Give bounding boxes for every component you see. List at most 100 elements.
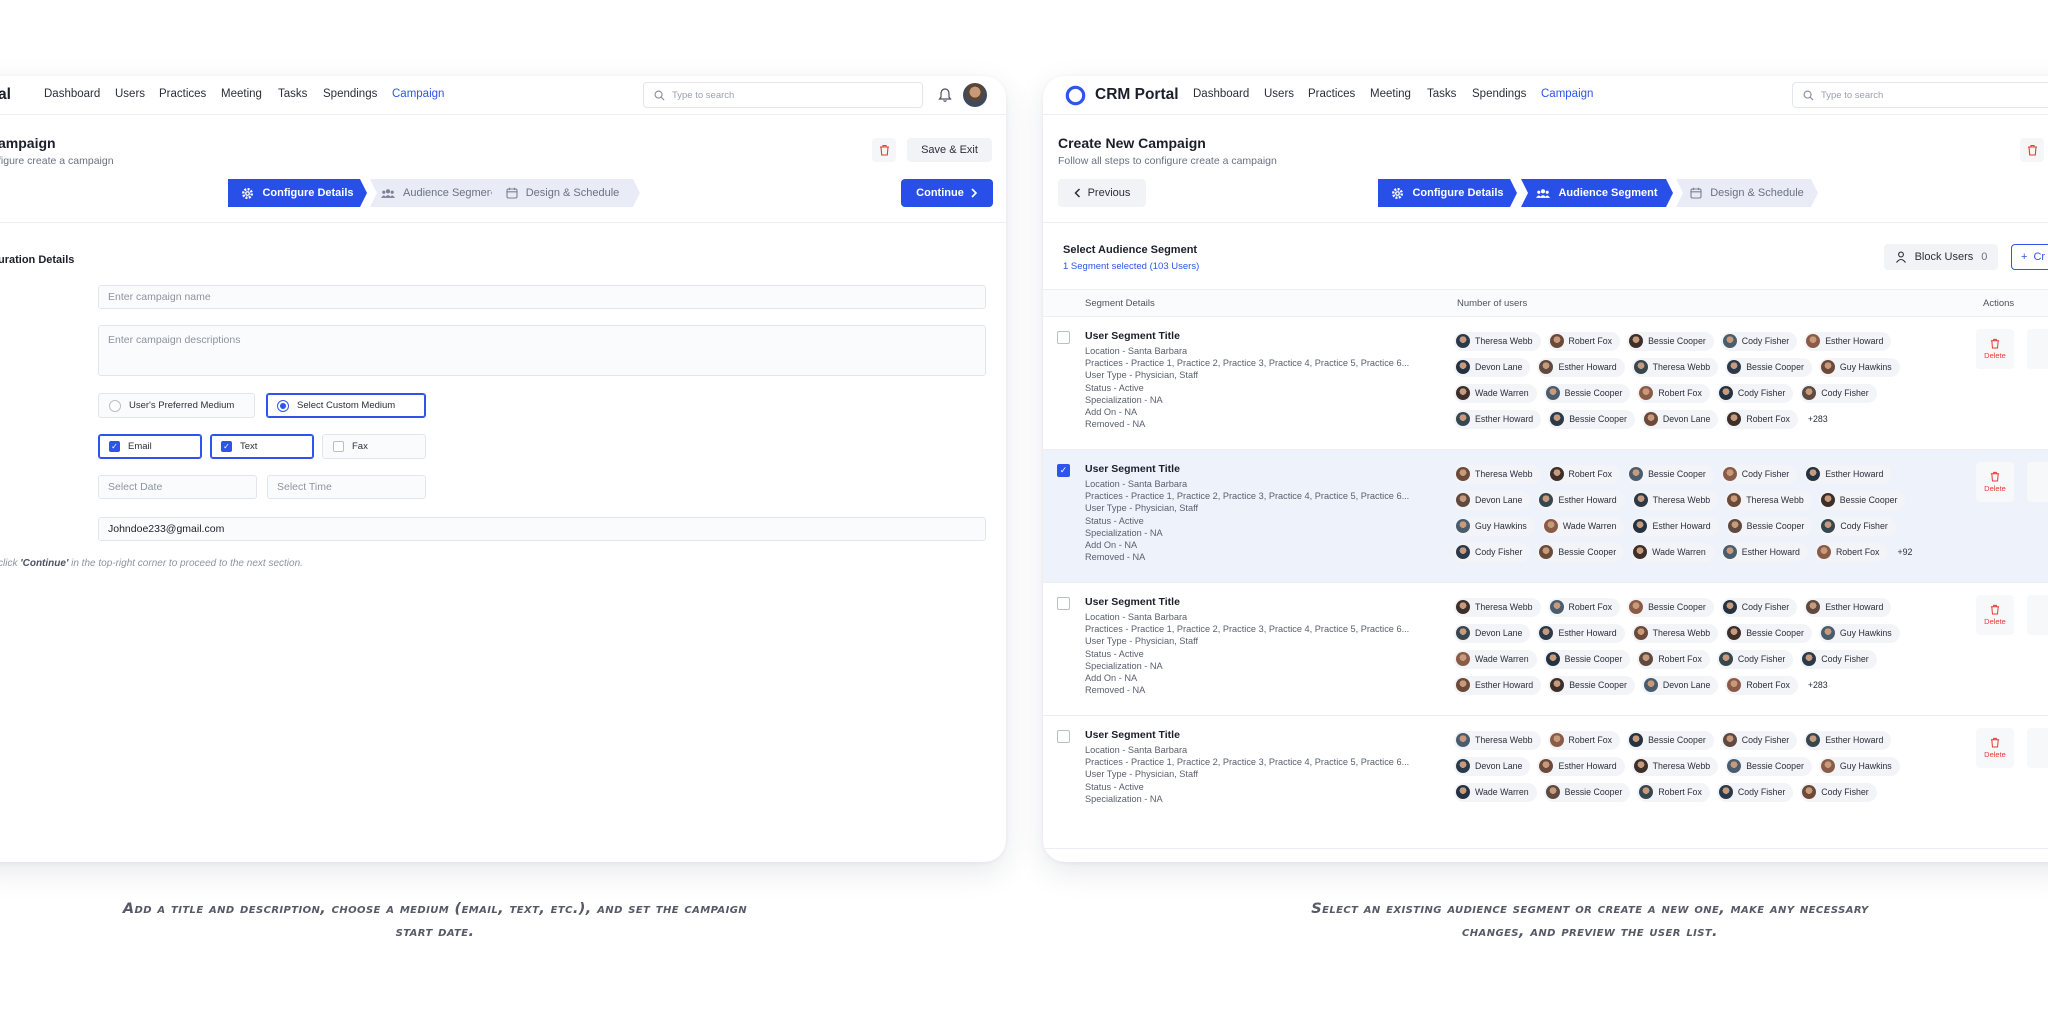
nav-spendings[interactable]: Spendings (323, 88, 377, 100)
user-chip[interactable]: Esther Howard (1454, 675, 1542, 695)
user-chip[interactable]: Bessie Cooper (1548, 675, 1635, 695)
user-chip[interactable]: Bessie Cooper (1627, 464, 1714, 484)
user-chip[interactable]: Esther Howard (1537, 490, 1625, 510)
campaign-description-input[interactable]: Enter campaign descriptions (98, 325, 986, 376)
segment-row[interactable]: ✓ User Segment Title Location - Santa Barb… (1043, 450, 2048, 583)
user-chip[interactable]: Wade Warren (1454, 383, 1537, 403)
nav-campaign[interactable]: Campaign (1541, 88, 1593, 100)
step-design-schedule[interactable]: Design & Schedule (1676, 179, 1818, 207)
checkbox-icon[interactable] (1057, 597, 1070, 610)
user-chip[interactable]: Robert Fox (1547, 464, 1621, 484)
nav-meeting[interactable]: Meeting (1370, 88, 1411, 100)
user-chip[interactable]: Cody Fisher (1716, 649, 1794, 669)
user-chip[interactable]: Esther Howard (1631, 516, 1719, 536)
user-chip[interactable]: Wade Warren (1454, 782, 1537, 802)
more-users-count[interactable]: +92 (1894, 547, 1912, 557)
search-input[interactable]: Type to search (643, 82, 923, 108)
user-chip[interactable]: Cody Fisher (1716, 782, 1794, 802)
user-chip[interactable]: Bessie Cooper (1627, 730, 1714, 750)
user-chip[interactable]: Cody Fisher (1800, 383, 1877, 403)
delete-segment-button[interactable]: Delete (1976, 329, 2014, 369)
user-chip[interactable]: Esther Howard (1537, 756, 1625, 776)
user-chip[interactable]: Bessie Cooper (1725, 516, 1813, 536)
user-chip[interactable]: Guy Hawkins (1818, 623, 1900, 643)
user-chip[interactable]: Esther Howard (1804, 331, 1892, 351)
user-chip[interactable]: Bessie Cooper (1725, 357, 1812, 377)
user-chip[interactable]: Cody Fisher (1720, 331, 1798, 351)
user-chip[interactable]: Theresa Webb (1454, 730, 1541, 750)
user-chip[interactable]: Theresa Webb (1631, 490, 1719, 510)
nav-users[interactable]: Users (115, 88, 145, 100)
user-chip[interactable]: Cody Fisher (1800, 782, 1877, 802)
user-chip[interactable]: Wade Warren (1541, 516, 1625, 536)
block-users-button[interactable]: Block Users 0 (1884, 244, 1998, 270)
user-chip[interactable]: Esther Howard (1537, 623, 1625, 643)
user-chip[interactable]: Cody Fisher (1800, 649, 1877, 669)
checkbox-icon[interactable] (1057, 730, 1070, 743)
user-chip[interactable]: Theresa Webb (1725, 490, 1812, 510)
user-chip[interactable]: Bessie Cooper (1627, 597, 1714, 617)
segment-edit-button[interactable] (2027, 329, 2048, 369)
user-chip[interactable]: Esther Howard (1804, 464, 1892, 484)
nav-dashboard[interactable]: Dashboard (44, 88, 100, 100)
date-picker[interactable]: Select Date (98, 475, 257, 499)
nav-dashboard[interactable]: Dashboard (1193, 88, 1249, 100)
user-chip[interactable]: Esther Howard (1804, 730, 1892, 750)
user-chip[interactable]: Devon Lane (1454, 623, 1531, 643)
user-chip[interactable]: Devon Lane (1454, 357, 1531, 377)
delete-campaign-button[interactable] (872, 138, 896, 162)
campaign-name-input[interactable]: Enter campaign name (98, 285, 986, 309)
save-exit-button[interactable]: Save & Exit (907, 138, 992, 162)
user-chip[interactable]: Devon Lane (1641, 409, 1719, 429)
segment-edit-button[interactable] (2027, 595, 2048, 635)
segment-edit-button[interactable] (2027, 728, 2048, 768)
previous-button[interactable]: Previous (1058, 179, 1146, 207)
user-chip[interactable]: Theresa Webb (1631, 357, 1719, 377)
continue-button[interactable]: Continue (901, 179, 993, 207)
step-audience-segment[interactable]: Audience Segment (1521, 179, 1673, 207)
create-segment-button[interactable]: + Cr (2011, 244, 2048, 270)
search-input[interactable]: Type to search (1792, 82, 2048, 108)
more-users-count[interactable]: +283 (1805, 414, 1828, 424)
user-chip[interactable]: Esther Howard (1537, 357, 1625, 377)
delete-campaign-button[interactable] (2020, 138, 2044, 162)
segment-row[interactable]: User Segment Title Location - Santa Barba… (1043, 716, 2048, 849)
user-chip[interactable]: Robert Fox (1725, 409, 1798, 429)
step-configure-details[interactable]: Configure Details (1378, 179, 1517, 207)
user-chip[interactable]: Robert Fox (1814, 542, 1888, 562)
nav-campaign[interactable]: Campaign (392, 88, 444, 100)
user-chip[interactable]: Esther Howard (1454, 409, 1542, 429)
user-chip[interactable]: Robert Fox (1547, 597, 1621, 617)
bell-icon[interactable] (938, 87, 952, 103)
time-picker[interactable]: Select Time (267, 475, 426, 499)
user-chip[interactable]: Robert Fox (1547, 331, 1621, 351)
user-chip[interactable]: Robert Fox (1637, 649, 1710, 669)
user-chip[interactable]: Robert Fox (1637, 782, 1710, 802)
channel-email[interactable]: ✓ Email (98, 434, 202, 459)
segment-row[interactable]: User Segment Title Location - Santa Barba… (1043, 317, 2048, 450)
user-chip[interactable]: Bessie Cooper (1725, 756, 1812, 776)
step-audience-segment[interactable]: Audience Segment (370, 179, 507, 207)
checkbox-checked-icon[interactable]: ✓ (1057, 464, 1070, 477)
user-chip[interactable]: Esther Howard (1720, 542, 1808, 562)
user-chip[interactable]: Cody Fisher (1720, 730, 1798, 750)
user-chip[interactable]: Wade Warren (1631, 542, 1714, 562)
nav-practices[interactable]: Practices (1308, 88, 1355, 100)
channel-fax[interactable]: Fax (322, 434, 426, 459)
delete-segment-button[interactable]: Delete (1976, 462, 2014, 502)
email-field[interactable]: Johndoe233@gmail.com (98, 517, 986, 541)
checkbox-icon[interactable] (1057, 331, 1070, 344)
user-chip[interactable]: Esther Howard (1804, 597, 1892, 617)
user-chip[interactable]: Bessie Cooper (1543, 782, 1631, 802)
user-chip[interactable]: Devon Lane (1454, 490, 1531, 510)
user-chip[interactable]: Theresa Webb (1454, 331, 1541, 351)
segment-selected-count[interactable]: 1 Segment selected (103 Users) (1063, 261, 1199, 272)
user-chip[interactable]: Cody Fisher (1720, 464, 1798, 484)
delete-segment-button[interactable]: Delete (1976, 595, 2014, 635)
user-chip[interactable]: Robert Fox (1547, 730, 1621, 750)
user-chip[interactable]: Wade Warren (1454, 649, 1537, 669)
nav-tasks[interactable]: Tasks (278, 88, 307, 100)
user-chip[interactable]: Bessie Cooper (1627, 331, 1714, 351)
user-chip[interactable]: Cody Fisher (1720, 597, 1798, 617)
segment-row[interactable]: User Segment Title Location - Santa Barba… (1043, 583, 2048, 716)
